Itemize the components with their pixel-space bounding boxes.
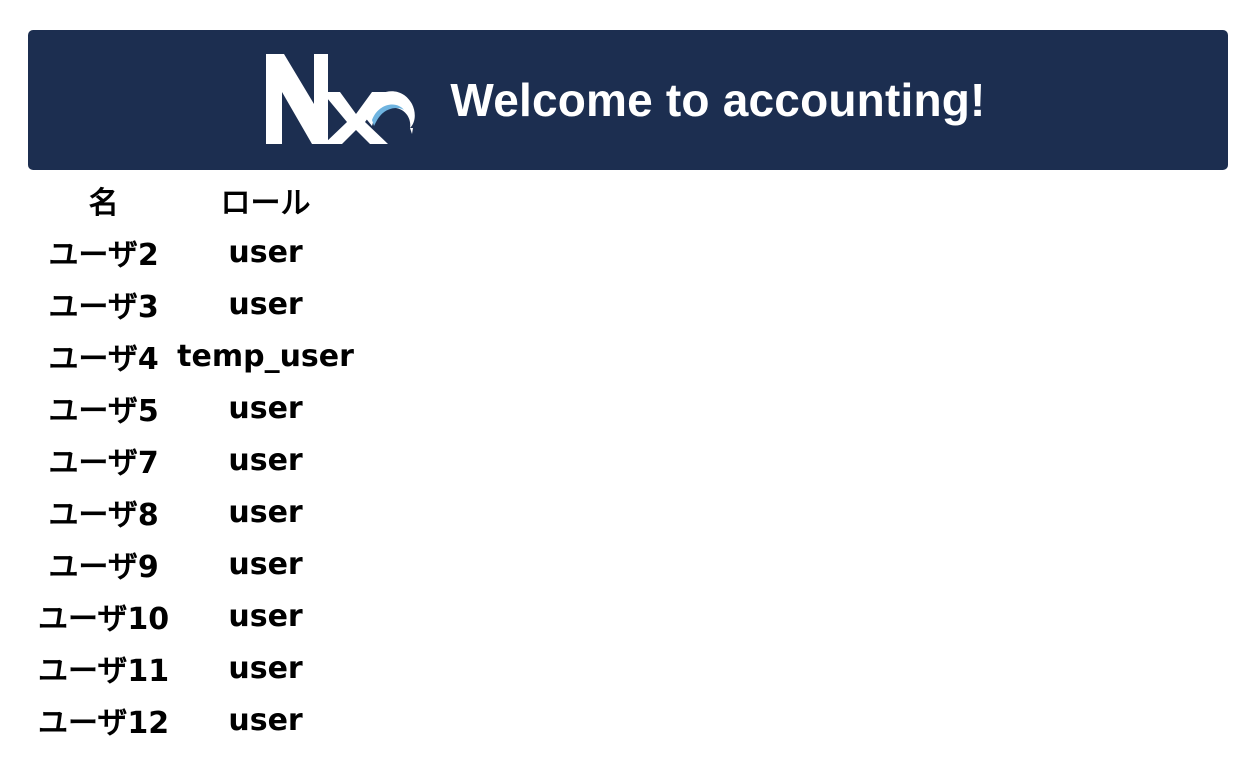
table-row: ユーザ3 user	[34, 278, 358, 330]
column-header-role: ロール	[220, 186, 311, 221]
user-name-cell: ユーザ4	[48, 342, 159, 377]
user-name-cell: ユーザ7	[48, 446, 159, 481]
table-row: ユーザ11 user	[34, 642, 358, 694]
user-name-cell: ユーザ12	[38, 706, 170, 741]
user-name-cell: ユーザ8	[48, 498, 159, 533]
user-role-cell: temp_user	[177, 338, 354, 374]
table-row: ユーザ10 user	[34, 590, 358, 642]
user-name-cell: ユーザ9	[48, 550, 159, 585]
table-row: ユーザ4 temp_user	[34, 330, 358, 382]
user-role-cell: user	[228, 442, 303, 478]
users-table: 名 ロール ユーザ2 user ユーザ3 user ユーザ4 temp_user…	[34, 174, 358, 746]
user-name-cell: ユーザ3	[48, 290, 159, 325]
user-name-cell: ユーザ5	[48, 394, 159, 429]
user-role-cell: user	[228, 702, 303, 738]
column-header-name: 名	[88, 186, 119, 221]
user-role-cell: user	[228, 494, 303, 530]
table-row: ユーザ8 user	[34, 486, 358, 538]
table-row: ユーザ9 user	[34, 538, 358, 590]
user-role-cell: user	[228, 234, 303, 270]
user-name-cell: ユーザ10	[38, 602, 170, 637]
table-row: ユーザ7 user	[34, 434, 358, 486]
user-role-cell: user	[228, 650, 303, 686]
table-row: ユーザ5 user	[34, 382, 358, 434]
user-name-cell: ユーザ11	[38, 654, 170, 689]
table-row: ユーザ2 user	[34, 226, 358, 278]
table-header-row: 名 ロール	[34, 174, 358, 226]
user-role-cell: user	[228, 390, 303, 426]
user-role-cell: user	[228, 546, 303, 582]
user-role-cell: user	[228, 286, 303, 322]
page-title: Welcome to accounting!	[450, 74, 986, 126]
welcome-banner: Welcome to accounting!	[28, 30, 1228, 170]
user-name-cell: ユーザ2	[48, 238, 159, 273]
nx-logo-icon	[266, 54, 416, 144]
table-row: ユーザ12 user	[34, 694, 358, 746]
user-role-cell: user	[228, 598, 303, 634]
